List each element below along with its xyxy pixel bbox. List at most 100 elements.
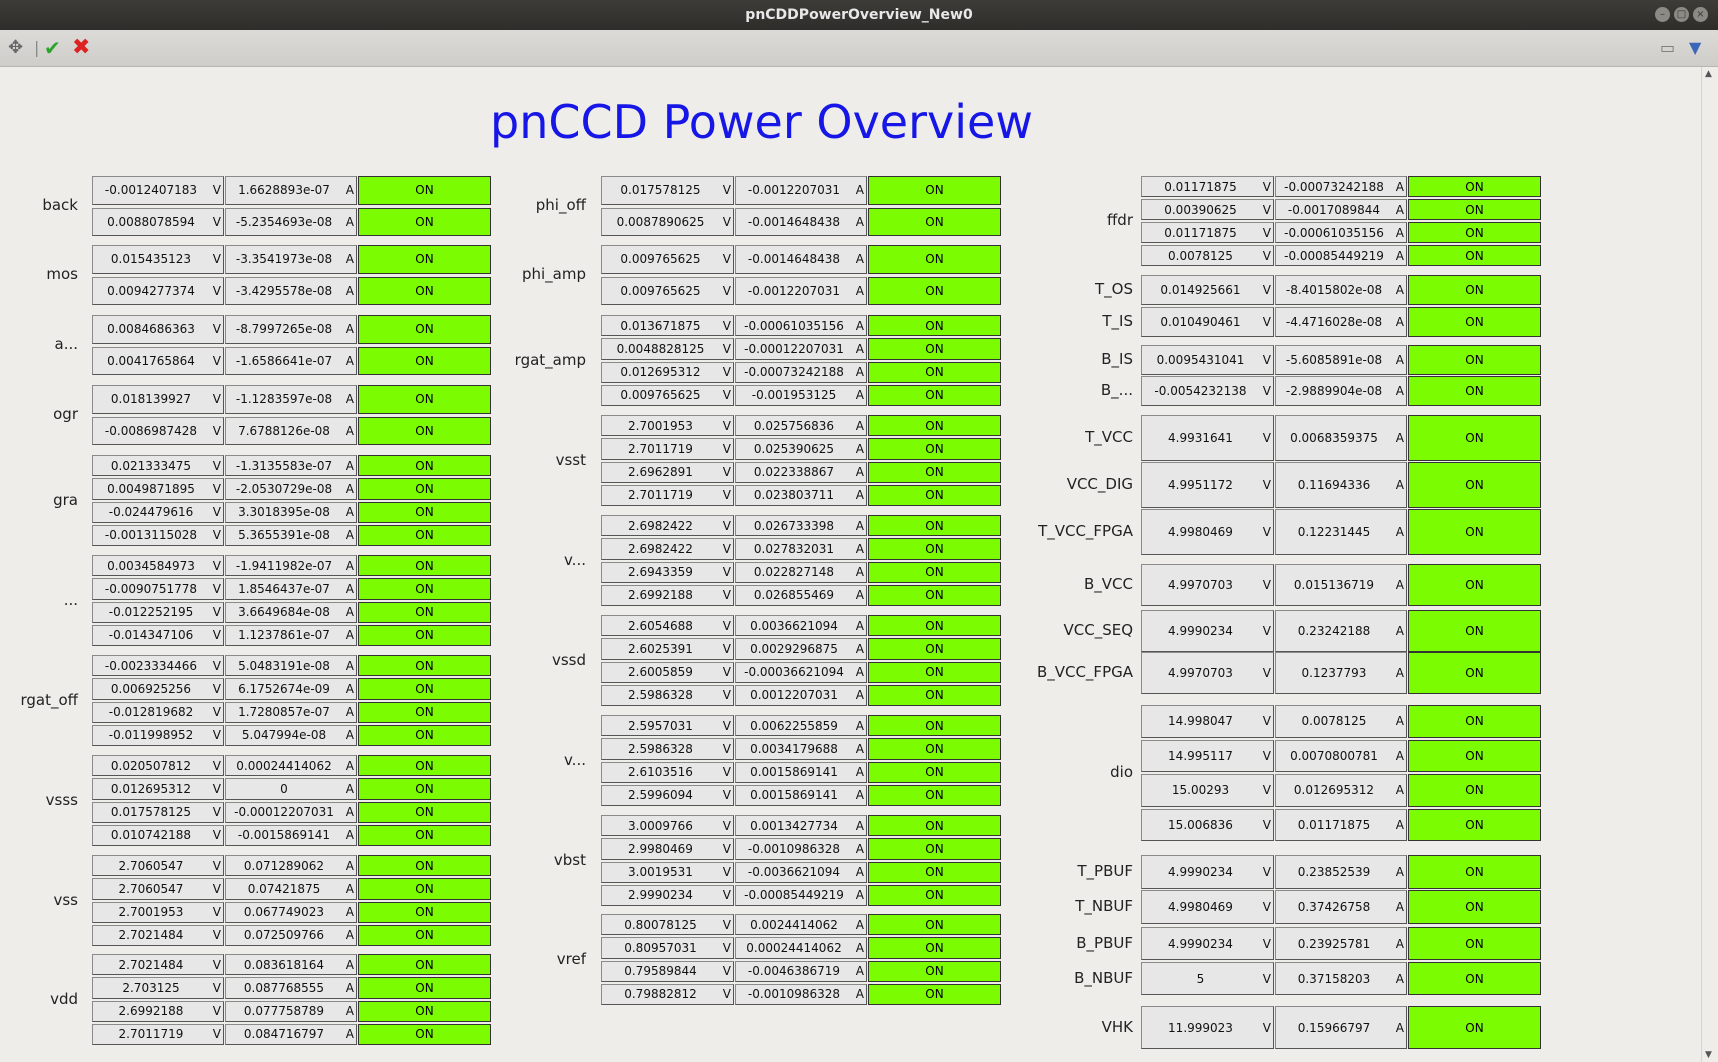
status-on-button[interactable]: ON: [358, 678, 491, 700]
status-on-button[interactable]: ON: [868, 584, 1001, 606]
status-on-button[interactable]: ON: [358, 901, 491, 923]
status-on-button[interactable]: ON: [1408, 1006, 1541, 1049]
status-on-button[interactable]: ON: [868, 561, 1001, 583]
status-on-button[interactable]: ON: [868, 838, 1001, 860]
status-on-button[interactable]: ON: [358, 878, 491, 900]
status-on-button[interactable]: ON: [868, 815, 1001, 837]
channel-row: 0.79882812 V -0.0010986328 A ON: [601, 983, 1001, 1005]
status-on-button[interactable]: ON: [1408, 705, 1541, 738]
status-on-button[interactable]: ON: [358, 346, 491, 375]
status-on-button[interactable]: ON: [358, 176, 491, 205]
status-on-button[interactable]: ON: [1408, 739, 1541, 772]
status-on-button[interactable]: ON: [868, 638, 1001, 660]
status-on-button[interactable]: ON: [1408, 564, 1541, 606]
status-on-button[interactable]: ON: [358, 755, 491, 777]
status-on-button[interactable]: ON: [358, 778, 491, 800]
status-on-button[interactable]: ON: [868, 245, 1001, 274]
status-on-button[interactable]: ON: [1408, 415, 1541, 461]
status-on-button[interactable]: ON: [1408, 808, 1541, 841]
status-on-button[interactable]: ON: [868, 461, 1001, 483]
status-on-button[interactable]: ON: [1408, 774, 1541, 807]
status-on-button[interactable]: ON: [1408, 245, 1541, 266]
status-on-button[interactable]: ON: [358, 524, 491, 546]
status-on-button[interactable]: ON: [1408, 345, 1541, 375]
scroll-up-icon[interactable]: ▲: [1705, 69, 1712, 79]
close-window-button[interactable]: ×: [1693, 7, 1708, 22]
status-on-button[interactable]: ON: [358, 385, 491, 414]
toolbar: ✥ | ✔ ✖ ▭ ▼: [0, 30, 1718, 67]
status-on-button[interactable]: ON: [358, 478, 491, 500]
print-icon[interactable]: ▭: [1660, 37, 1675, 59]
status-on-button[interactable]: ON: [1408, 610, 1541, 652]
status-on-button[interactable]: ON: [358, 555, 491, 577]
status-on-button[interactable]: ON: [868, 176, 1001, 205]
status-on-button[interactable]: ON: [358, 801, 491, 823]
status-on-button[interactable]: ON: [358, 824, 491, 846]
close-x-icon[interactable]: ✖: [72, 37, 90, 59]
status-on-button[interactable]: ON: [1408, 376, 1541, 406]
status-on-button[interactable]: ON: [868, 861, 1001, 883]
status-on-button[interactable]: ON: [358, 655, 491, 677]
status-on-button[interactable]: ON: [358, 416, 491, 445]
status-on-button[interactable]: ON: [358, 855, 491, 877]
status-on-button[interactable]: ON: [1408, 307, 1541, 337]
status-on-button[interactable]: ON: [868, 538, 1001, 560]
status-on-button[interactable]: ON: [1408, 462, 1541, 508]
vertical-scrollbar[interactable]: ▲ ▼: [1701, 67, 1718, 1062]
status-on-button[interactable]: ON: [1408, 890, 1541, 924]
status-on-button[interactable]: ON: [358, 501, 491, 523]
status-on-button[interactable]: ON: [1408, 509, 1541, 555]
status-on-button[interactable]: ON: [868, 684, 1001, 706]
status-on-button[interactable]: ON: [868, 515, 1001, 537]
status-on-button[interactable]: ON: [1408, 176, 1541, 197]
status-on-button[interactable]: ON: [358, 977, 491, 999]
status-on-button[interactable]: ON: [358, 1000, 491, 1022]
status-on-button[interactable]: ON: [358, 276, 491, 305]
status-on-button[interactable]: ON: [868, 615, 1001, 637]
status-on-button[interactable]: ON: [358, 245, 491, 274]
status-on-button[interactable]: ON: [358, 924, 491, 946]
status-on-button[interactable]: ON: [868, 415, 1001, 437]
status-on-button[interactable]: ON: [868, 438, 1001, 460]
status-on-button[interactable]: ON: [358, 701, 491, 723]
status-on-button[interactable]: ON: [868, 315, 1001, 337]
status-on-button[interactable]: ON: [868, 715, 1001, 737]
status-on-button[interactable]: ON: [1408, 275, 1541, 305]
status-on-button[interactable]: ON: [1408, 199, 1541, 220]
scroll-down-icon[interactable]: ▼: [1705, 1050, 1712, 1060]
status-on-button[interactable]: ON: [358, 315, 491, 344]
status-on-button[interactable]: ON: [358, 724, 491, 746]
status-on-button[interactable]: ON: [868, 738, 1001, 760]
status-on-button[interactable]: ON: [868, 960, 1001, 982]
maximize-button[interactable]: □: [1674, 7, 1689, 22]
status-on-button[interactable]: ON: [868, 914, 1001, 936]
status-on-button[interactable]: ON: [868, 207, 1001, 236]
status-on-button[interactable]: ON: [358, 954, 491, 976]
status-on-button[interactable]: ON: [868, 983, 1001, 1005]
status-on-button[interactable]: ON: [868, 276, 1001, 305]
status-on-button[interactable]: ON: [358, 207, 491, 236]
status-on-button[interactable]: ON: [868, 761, 1001, 783]
status-on-button[interactable]: ON: [358, 578, 491, 600]
status-on-button[interactable]: ON: [868, 784, 1001, 806]
move-icon[interactable]: ✥: [8, 37, 23, 59]
status-on-button[interactable]: ON: [868, 484, 1001, 506]
status-on-button[interactable]: ON: [1408, 927, 1541, 960]
status-on-button[interactable]: ON: [868, 361, 1001, 383]
status-on-button[interactable]: ON: [868, 661, 1001, 683]
status-on-button[interactable]: ON: [358, 601, 491, 623]
status-on-button[interactable]: ON: [1408, 222, 1541, 243]
dropdown-arrow-icon[interactable]: ▼: [1689, 37, 1701, 59]
status-on-button[interactable]: ON: [868, 937, 1001, 959]
status-on-button[interactable]: ON: [868, 338, 1001, 360]
check-icon[interactable]: ✔: [44, 37, 61, 59]
status-on-button[interactable]: ON: [358, 1023, 491, 1045]
status-on-button[interactable]: ON: [358, 455, 491, 477]
status-on-button[interactable]: ON: [868, 884, 1001, 906]
status-on-button[interactable]: ON: [1408, 652, 1541, 694]
status-on-button[interactable]: ON: [1408, 962, 1541, 995]
minimize-button[interactable]: –: [1655, 7, 1670, 22]
status-on-button[interactable]: ON: [868, 384, 1001, 406]
status-on-button[interactable]: ON: [358, 624, 491, 646]
status-on-button[interactable]: ON: [1408, 855, 1541, 889]
